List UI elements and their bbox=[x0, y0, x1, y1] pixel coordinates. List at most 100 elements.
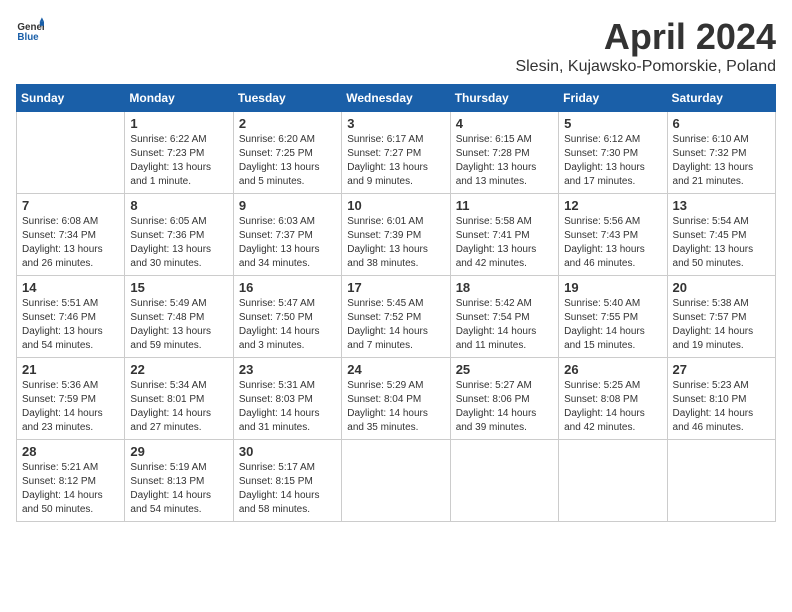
day-number: 21 bbox=[22, 362, 119, 377]
calendar-day-21: 21 Sunrise: 5:36 AM Sunset: 7:59 PM Dayli… bbox=[17, 358, 125, 440]
calendar-day-24: 24 Sunrise: 5:29 AM Sunset: 8:04 PM Dayli… bbox=[342, 358, 450, 440]
calendar-week-row-5: 28Sunrise: 5:21 AM Sunset: 8:12 PM Dayli… bbox=[17, 440, 776, 522]
day-number: 29 bbox=[130, 444, 227, 459]
calendar-day-15: 15 Sunrise: 5:49 AM Sunset: 7:48 PM Dayli… bbox=[125, 276, 233, 358]
logo: General Blue bbox=[16, 16, 44, 44]
calendar-weekday-sunday: Sunday bbox=[17, 85, 125, 112]
day-info: Sunrise: 6:10 AM Sunset: 7:32 PM Dayligh… bbox=[673, 133, 770, 189]
calendar-day-18: 18 Sunrise: 5:42 AM Sunset: 7:54 PM Dayli… bbox=[450, 276, 558, 358]
day-info: Sunrise: 5:42 AM Sunset: 7:54 PM Dayligh… bbox=[456, 297, 553, 353]
day-info: Sunrise: 5:49 AM Sunset: 7:48 PM Dayligh… bbox=[130, 297, 227, 353]
day-info: Sunrise: 6:20 AM Sunset: 7:25 PM Dayligh… bbox=[239, 133, 336, 189]
calendar-header-row: SundayMondayTuesdayWednesdayThursdayFrid… bbox=[17, 85, 776, 112]
day-number: 11 bbox=[456, 198, 553, 213]
calendar-day-11: 11 Sunrise: 5:58 AM Sunset: 7:41 PM Dayli… bbox=[450, 194, 558, 276]
day-info: Sunrise: 5:23 AM Sunset: 8:10 PM Dayligh… bbox=[673, 379, 770, 435]
calendar-empty-cell bbox=[450, 440, 558, 522]
day-number: 14 bbox=[22, 280, 119, 295]
calendar-weekday-wednesday: Wednesday bbox=[342, 85, 450, 112]
day-number: 18 bbox=[456, 280, 553, 295]
day-info: Sunrise: 6:08 AM Sunset: 7:34 PM Dayligh… bbox=[22, 215, 119, 271]
day-number: 20 bbox=[673, 280, 770, 295]
day-info: Sunrise: 6:05 AM Sunset: 7:36 PM Dayligh… bbox=[130, 215, 227, 271]
day-number: 27 bbox=[673, 362, 770, 377]
day-number: 22 bbox=[130, 362, 227, 377]
day-number: 10 bbox=[347, 198, 444, 213]
day-info: Sunrise: 6:01 AM Sunset: 7:39 PM Dayligh… bbox=[347, 215, 444, 271]
calendar-day-26: 26 Sunrise: 5:25 AM Sunset: 8:08 PM Dayli… bbox=[559, 358, 667, 440]
month-title: April 2024 bbox=[515, 16, 776, 58]
day-number: 28 bbox=[22, 444, 119, 459]
day-number: 12 bbox=[564, 198, 661, 213]
calendar-day-20: 20 Sunrise: 5:38 AM Sunset: 7:57 PM Dayli… bbox=[667, 276, 775, 358]
day-info: Sunrise: 5:40 AM Sunset: 7:55 PM Dayligh… bbox=[564, 297, 661, 353]
calendar-day-28: 28Sunrise: 5:21 AM Sunset: 8:12 PM Dayli… bbox=[17, 440, 125, 522]
day-number: 6 bbox=[673, 116, 770, 131]
day-number: 25 bbox=[456, 362, 553, 377]
day-number: 15 bbox=[130, 280, 227, 295]
calendar-day-19: 19 Sunrise: 5:40 AM Sunset: 7:55 PM Dayli… bbox=[559, 276, 667, 358]
calendar-day-10: 10 Sunrise: 6:01 AM Sunset: 7:39 PM Dayli… bbox=[342, 194, 450, 276]
day-info: Sunrise: 5:25 AM Sunset: 8:08 PM Dayligh… bbox=[564, 379, 661, 435]
day-number: 13 bbox=[673, 198, 770, 213]
logo-icon: General Blue bbox=[16, 16, 44, 44]
location-subtitle: Slesin, Kujawsko-Pomorskie, Poland bbox=[515, 58, 776, 76]
day-info: Sunrise: 5:58 AM Sunset: 7:41 PM Dayligh… bbox=[456, 215, 553, 271]
calendar-day-4: 4 Sunrise: 6:15 AM Sunset: 7:28 PM Daylig… bbox=[450, 112, 558, 194]
calendar-weekday-tuesday: Tuesday bbox=[233, 85, 341, 112]
page-header: General Blue April 2024 Slesin, Kujawsko… bbox=[16, 16, 776, 76]
title-section: April 2024 Slesin, Kujawsko-Pomorskie, P… bbox=[515, 16, 776, 76]
day-number: 5 bbox=[564, 116, 661, 131]
calendar-day-30: 30 Sunrise: 5:17 AM Sunset: 8:15 PM Dayli… bbox=[233, 440, 341, 522]
calendar-day-2: 2 Sunrise: 6:20 AM Sunset: 7:25 PM Daylig… bbox=[233, 112, 341, 194]
day-info: Sunrise: 6:17 AM Sunset: 7:27 PM Dayligh… bbox=[347, 133, 444, 189]
day-info: Sunrise: 5:17 AM Sunset: 8:15 PM Dayligh… bbox=[239, 461, 336, 517]
day-number: 17 bbox=[347, 280, 444, 295]
calendar-weekday-monday: Monday bbox=[125, 85, 233, 112]
day-number: 24 bbox=[347, 362, 444, 377]
day-number: 23 bbox=[239, 362, 336, 377]
day-number: 3 bbox=[347, 116, 444, 131]
day-info: Sunrise: 6:03 AM Sunset: 7:37 PM Dayligh… bbox=[239, 215, 336, 271]
calendar-empty-cell bbox=[17, 112, 125, 194]
day-info: Sunrise: 5:31 AM Sunset: 8:03 PM Dayligh… bbox=[239, 379, 336, 435]
day-info: Sunrise: 6:15 AM Sunset: 7:28 PM Dayligh… bbox=[456, 133, 553, 189]
day-info: Sunrise: 5:29 AM Sunset: 8:04 PM Dayligh… bbox=[347, 379, 444, 435]
day-info: Sunrise: 5:34 AM Sunset: 8:01 PM Dayligh… bbox=[130, 379, 227, 435]
calendar-day-14: 14Sunrise: 5:51 AM Sunset: 7:46 PM Dayli… bbox=[17, 276, 125, 358]
day-info: Sunrise: 5:56 AM Sunset: 7:43 PM Dayligh… bbox=[564, 215, 661, 271]
day-number: 16 bbox=[239, 280, 336, 295]
svg-text:Blue: Blue bbox=[17, 32, 39, 43]
day-number: 7 bbox=[22, 198, 119, 213]
calendar-day-22: 22 Sunrise: 5:34 AM Sunset: 8:01 PM Dayli… bbox=[125, 358, 233, 440]
calendar-day-6: 6 Sunrise: 6:10 AM Sunset: 7:32 PM Daylig… bbox=[667, 112, 775, 194]
calendar-weekday-saturday: Saturday bbox=[667, 85, 775, 112]
calendar-week-row-2: 7 Sunrise: 6:08 AM Sunset: 7:34 PM Daylig… bbox=[17, 194, 776, 276]
calendar-week-row-1: 1Sunrise: 6:22 AM Sunset: 7:23 PM Daylig… bbox=[17, 112, 776, 194]
day-info: Sunrise: 5:45 AM Sunset: 7:52 PM Dayligh… bbox=[347, 297, 444, 353]
day-info: Sunrise: 6:12 AM Sunset: 7:30 PM Dayligh… bbox=[564, 133, 661, 189]
calendar-day-13: 13Sunrise: 5:54 AM Sunset: 7:45 PM Dayli… bbox=[667, 194, 775, 276]
day-number: 26 bbox=[564, 362, 661, 377]
calendar-empty-cell bbox=[559, 440, 667, 522]
day-number: 19 bbox=[564, 280, 661, 295]
calendar-day-8: 8Sunrise: 6:05 AM Sunset: 7:36 PM Daylig… bbox=[125, 194, 233, 276]
calendar-week-row-3: 14Sunrise: 5:51 AM Sunset: 7:46 PM Dayli… bbox=[17, 276, 776, 358]
day-info: Sunrise: 5:19 AM Sunset: 8:13 PM Dayligh… bbox=[130, 461, 227, 517]
day-number: 2 bbox=[239, 116, 336, 131]
calendar-day-5: 5 Sunrise: 6:12 AM Sunset: 7:30 PM Daylig… bbox=[559, 112, 667, 194]
calendar-day-12: 12 Sunrise: 5:56 AM Sunset: 7:43 PM Dayli… bbox=[559, 194, 667, 276]
day-info: Sunrise: 5:36 AM Sunset: 7:59 PM Dayligh… bbox=[22, 379, 119, 435]
calendar-day-1: 1Sunrise: 6:22 AM Sunset: 7:23 PM Daylig… bbox=[125, 112, 233, 194]
calendar-day-16: 16Sunrise: 5:47 AM Sunset: 7:50 PM Dayli… bbox=[233, 276, 341, 358]
day-number: 30 bbox=[239, 444, 336, 459]
day-number: 9 bbox=[239, 198, 336, 213]
calendar-empty-cell bbox=[667, 440, 775, 522]
calendar-weekday-thursday: Thursday bbox=[450, 85, 558, 112]
calendar-day-23: 23 Sunrise: 5:31 AM Sunset: 8:03 PM Dayli… bbox=[233, 358, 341, 440]
calendar-table: SundayMondayTuesdayWednesdayThursdayFrid… bbox=[16, 84, 776, 522]
calendar-empty-cell bbox=[342, 440, 450, 522]
day-number: 4 bbox=[456, 116, 553, 131]
calendar-day-17: 17 Sunrise: 5:45 AM Sunset: 7:52 PM Dayli… bbox=[342, 276, 450, 358]
day-info: Sunrise: 5:38 AM Sunset: 7:57 PM Dayligh… bbox=[673, 297, 770, 353]
